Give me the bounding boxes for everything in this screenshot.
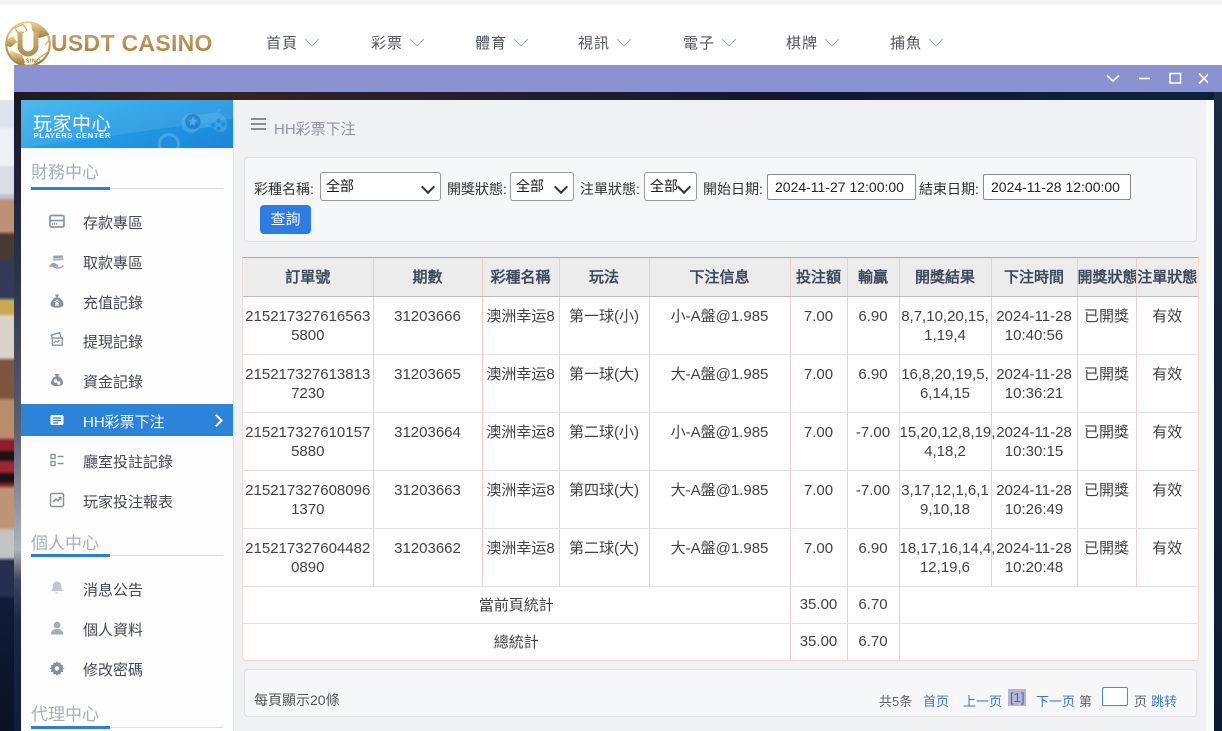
svg-text:CASINO: CASINO [17,59,42,65]
